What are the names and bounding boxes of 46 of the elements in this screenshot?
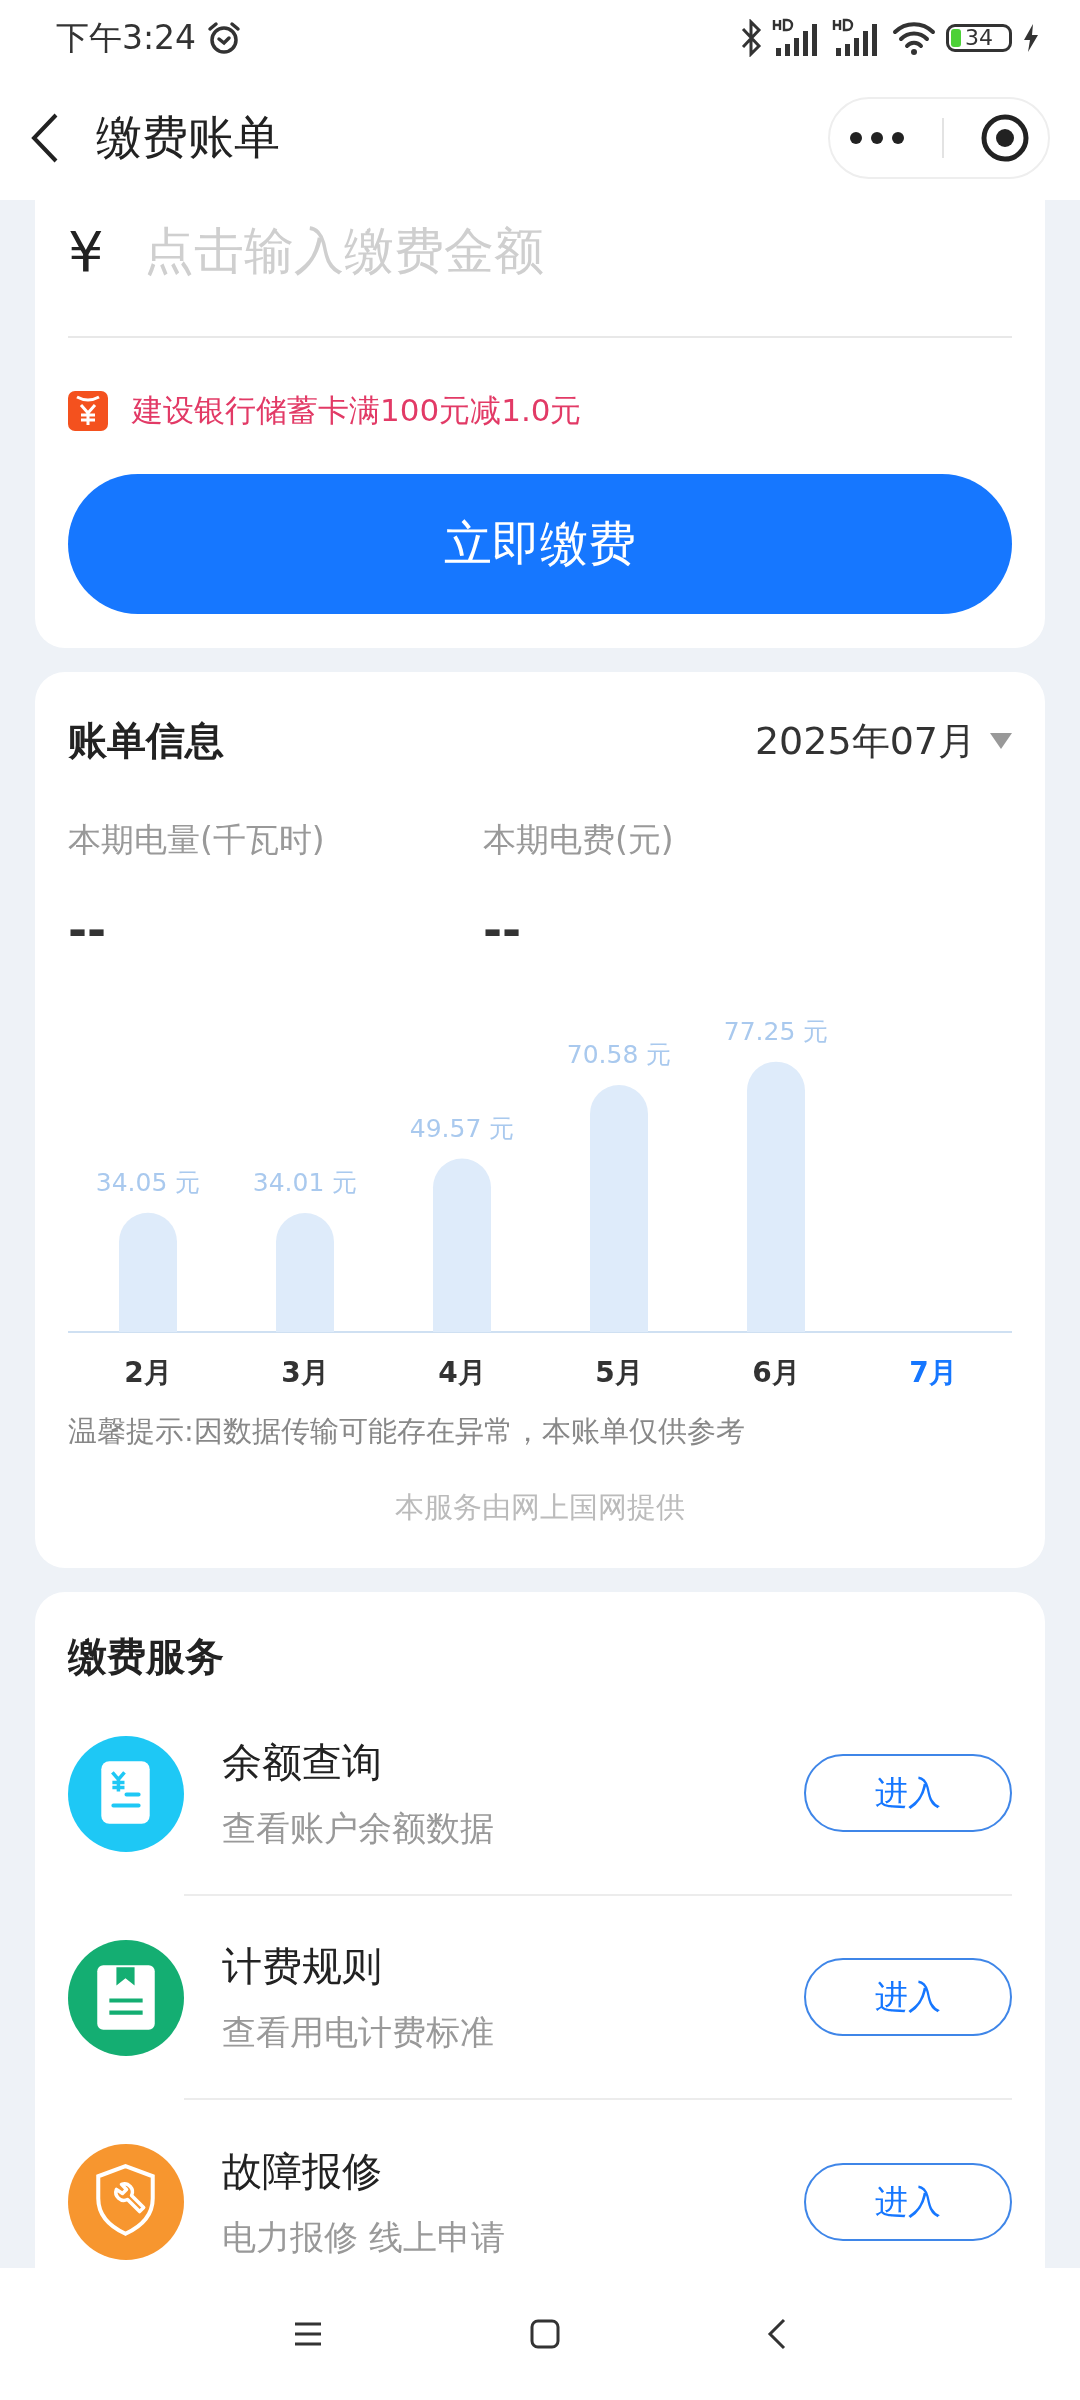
value-label: 34.05 元 (95, 1167, 201, 1197)
back-icon[interactable] (766, 2318, 787, 2350)
home-icon[interactable] (530, 2319, 560, 2349)
status-time: 下午3:24 (56, 16, 197, 59)
alarm-icon (206, 20, 243, 56)
month-label[interactable]: 5月 (595, 1356, 643, 1389)
month-label[interactable]: 4月 (438, 1356, 486, 1389)
period-selector[interactable]: 2025年07月 (754, 715, 976, 767)
enter-button[interactable]: 进入 (804, 2163, 1012, 2241)
stat-label: 本期电量(千瓦时) (68, 819, 326, 861)
month-label[interactable]: 3月 (281, 1356, 329, 1389)
value-label: 34.01 元 (252, 1167, 358, 1197)
stat-label: 本期电费(元) (483, 819, 675, 861)
enter-button[interactable]: 进入 (804, 1958, 1012, 2036)
stat-value: -- (68, 903, 108, 957)
battery-icon: 34 (946, 24, 1012, 52)
service-subtitle: 查看用电计费标准 (222, 2010, 495, 2054)
page-title: 缴费账单 (96, 109, 280, 166)
back-icon[interactable] (30, 112, 60, 164)
stat-value: -- (483, 903, 523, 957)
value-label: 70.58 元 (566, 1039, 672, 1069)
pay-button[interactable]: 立即缴费 (68, 474, 1012, 614)
value-label: 77.25 元 (723, 1016, 829, 1046)
service-title: 故障报修 (222, 2146, 383, 2196)
provider-text: 本服务由网上国网提供 (394, 1489, 686, 1526)
more-icon[interactable] (848, 131, 905, 145)
enter-button[interactable]: 进入 (804, 1754, 1012, 1832)
service-subtitle: 电力报修 线上申请 (222, 2215, 506, 2259)
currency-symbol: ¥ (68, 218, 104, 284)
service-subtitle: 查看账户余额数据 (222, 1806, 495, 1850)
section-title: 账单信息 (68, 717, 224, 765)
coupon-icon (68, 391, 108, 431)
dropdown-icon[interactable] (990, 733, 1012, 749)
notice-text: 温馨提示:因数据传输可能存在异常，本账单仅供参考 (68, 1413, 746, 1450)
promo-text: 建设银行储蓄卡满100元减1.0元 (132, 391, 582, 430)
service-title: 余额查询 (222, 1737, 383, 1787)
charging-icon (1022, 23, 1040, 53)
wifi-icon (892, 20, 936, 56)
month-label[interactable]: 2月 (124, 1356, 172, 1389)
value-label: 49.57 元 (409, 1113, 515, 1143)
section-title: 缴费服务 (68, 1634, 224, 1679)
bluetooth-icon (740, 19, 762, 57)
menu-icon[interactable] (293, 2321, 324, 2347)
service-title: 计费规则 (222, 1941, 383, 1991)
month-label[interactable]: 7月 (909, 1356, 957, 1389)
month-label[interactable]: 6月 (752, 1356, 800, 1389)
